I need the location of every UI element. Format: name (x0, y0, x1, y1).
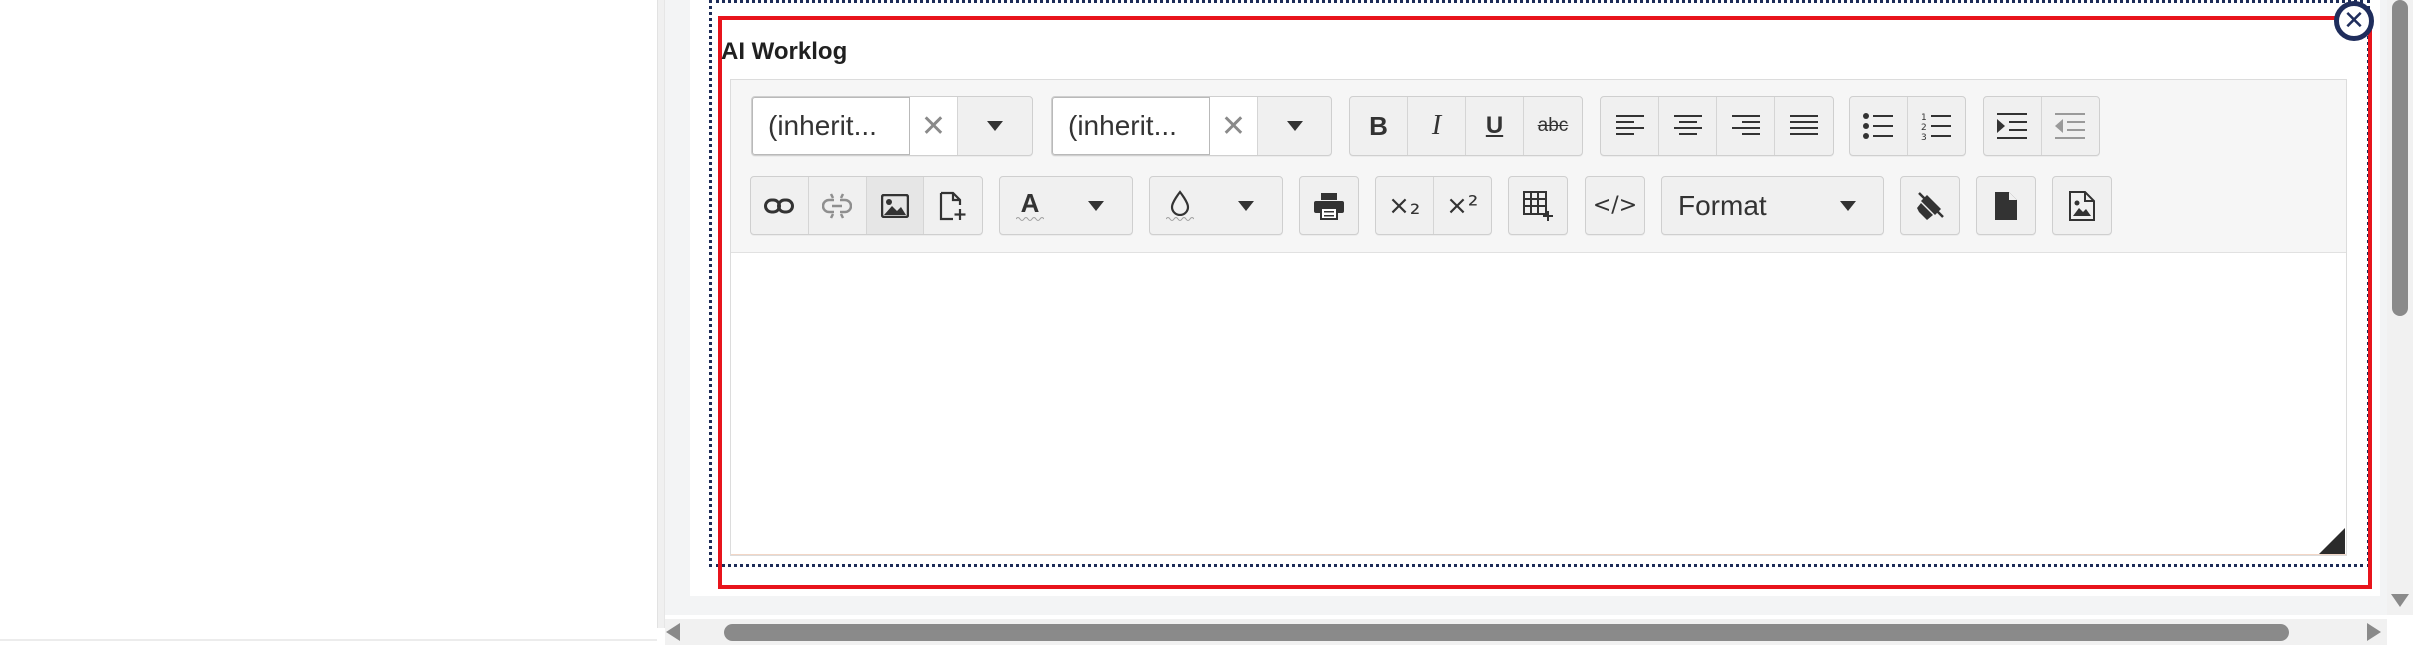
font-size-combo[interactable]: (inherit... ✕ (1051, 96, 1332, 156)
outdent-button[interactable] (2042, 97, 2100, 155)
svg-text:3: 3 (1921, 133, 1927, 140)
color-swatch-wave (1016, 217, 1044, 221)
scroll-right-icon[interactable] (2367, 623, 2381, 641)
pane-splitter[interactable] (657, 0, 665, 628)
text-color-icon: A (1020, 188, 1040, 218)
vertical-scrollbar-thumb[interactable] (2392, 0, 2408, 316)
bullet-list-button[interactable] (1850, 97, 1908, 155)
indent-icon (1997, 113, 2028, 139)
text-style-group: B I U abc (1349, 96, 1583, 156)
eraser-icon (1917, 191, 1944, 220)
format-dropdown-button[interactable] (1813, 177, 1883, 234)
close-icon[interactable]: ✕ (2334, 1, 2374, 41)
font-family-input[interactable]: (inherit... (752, 97, 910, 155)
script-group: ×₂ ×² (1375, 176, 1492, 235)
document-icon (1995, 191, 2017, 220)
align-left-button[interactable] (1601, 97, 1659, 155)
image-icon (880, 193, 909, 218)
html-code-button[interactable]: </> (1586, 177, 1644, 234)
insert-image-button[interactable] (866, 177, 925, 234)
background-color-button[interactable] (1150, 177, 1210, 234)
indent-group (1983, 96, 2100, 156)
print-group (1299, 176, 1359, 235)
table-group (1508, 176, 1568, 235)
code-group: </> (1585, 176, 1645, 235)
underline-button[interactable]: U (1466, 97, 1524, 155)
align-left-icon (1615, 115, 1644, 135)
droplet-icon (1170, 190, 1190, 216)
image-document-button[interactable] (2053, 177, 2111, 234)
image-document-group (2052, 176, 2112, 235)
print-icon (1314, 192, 1344, 220)
font-size-dropdown-button[interactable] (1258, 97, 1331, 155)
print-button[interactable] (1300, 177, 1358, 234)
text-color-dropdown[interactable] (1060, 177, 1132, 234)
alignment-group (1600, 96, 1834, 156)
format-dropdown[interactable]: Format (1661, 176, 1884, 235)
align-center-button[interactable] (1659, 97, 1717, 155)
svg-text:2: 2 (1921, 123, 1927, 133)
link-button[interactable] (751, 177, 809, 234)
editor-content-area[interactable] (731, 254, 2346, 555)
bold-button[interactable]: B (1350, 97, 1408, 155)
text-color-button[interactable]: A (1000, 177, 1060, 234)
clear-format-group (1900, 176, 1960, 235)
numbered-list-icon: 123 (1921, 113, 1952, 140)
document-group (1976, 176, 2036, 235)
font-size-input[interactable]: (inherit... (1052, 97, 1210, 155)
table-icon (1523, 190, 1553, 221)
horizontal-scrollbar-thumb[interactable] (724, 624, 2289, 641)
font-family-combo[interactable]: (inherit... ✕ (751, 96, 1033, 156)
font-size-clear-icon[interactable]: ✕ (1210, 97, 1258, 155)
clear-formatting-button[interactable] (1901, 177, 1959, 234)
font-family-dropdown-button[interactable] (958, 97, 1032, 155)
align-center-icon (1673, 115, 1702, 135)
document-button[interactable] (1977, 177, 2035, 234)
svg-text:1: 1 (1921, 113, 1927, 123)
unlink-icon (822, 192, 853, 219)
align-right-icon (1731, 115, 1760, 135)
left-blank-pane (0, 0, 657, 641)
chevron-down-icon (1286, 121, 1303, 131)
unlink-button[interactable] (809, 177, 867, 234)
chevron-down-icon (1088, 200, 1104, 211)
numbered-list-button[interactable]: 123 (1908, 97, 1966, 155)
background-color-picker[interactable] (1149, 176, 1283, 235)
align-justify-button[interactable] (1775, 97, 1833, 155)
chevron-down-icon (1238, 200, 1254, 211)
scroll-left-icon[interactable] (666, 623, 680, 641)
indent-button[interactable] (1984, 97, 2042, 155)
insert-table-button[interactable] (1509, 177, 1567, 234)
font-family-clear-icon[interactable]: ✕ (910, 97, 958, 155)
link-icon (764, 198, 795, 213)
strikethrough-button[interactable]: abc (1524, 97, 1582, 155)
align-right-button[interactable] (1717, 97, 1775, 155)
subscript-button[interactable]: ×₂ (1376, 177, 1434, 234)
background-color-dropdown[interactable] (1210, 177, 1282, 234)
resize-handle-icon[interactable] (2319, 528, 2345, 554)
add-file-icon (940, 191, 966, 220)
bullet-list-icon (1863, 113, 1894, 139)
color-swatch-wave (1166, 217, 1194, 221)
insert-group (750, 176, 983, 235)
chevron-down-icon (987, 121, 1003, 131)
list-group: 123 (1849, 96, 1966, 156)
superscript-button[interactable]: ×² (1434, 177, 1492, 234)
align-justify-icon (1790, 115, 1818, 135)
image-document-icon (2069, 190, 2095, 221)
field-label: AI Worklog (721, 38, 848, 65)
insert-file-button[interactable] (924, 177, 982, 234)
format-label: Format (1678, 189, 1767, 221)
outdent-icon (2055, 113, 2086, 139)
text-color-picker[interactable]: A (999, 176, 1133, 235)
format-select[interactable]: Format (1662, 177, 1813, 234)
scroll-down-icon[interactable] (2391, 594, 2409, 607)
italic-button[interactable]: I (1408, 97, 1466, 155)
chevron-down-icon (1840, 200, 1856, 211)
